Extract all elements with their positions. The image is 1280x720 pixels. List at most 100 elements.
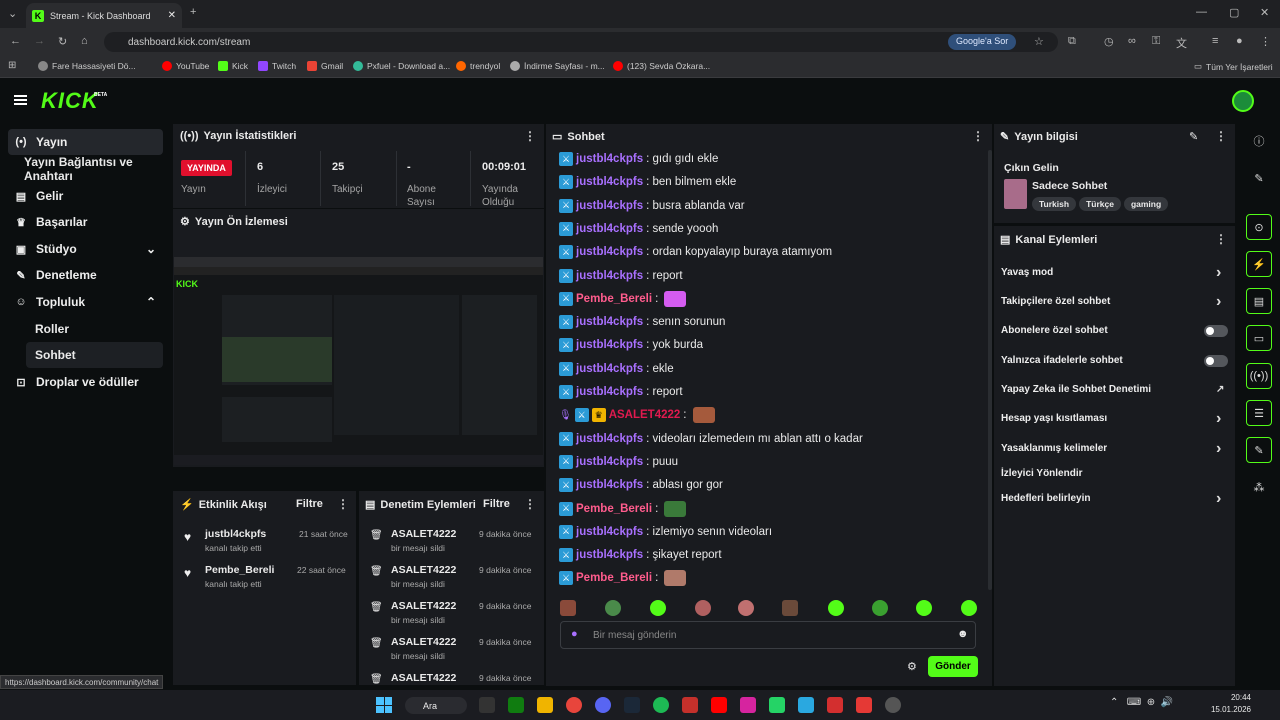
broadcast-icon[interactable]: ((•)) [1246,363,1272,389]
sidebar-item-studyo[interactable]: ▣ Stüdyo ⌄ [8,236,163,262]
chat-username[interactable]: justbl4ckpfs [576,316,643,328]
chat-username[interactable]: justbl4ckpfs [576,176,643,188]
chat-username[interactable]: ASALET4222 [609,409,681,421]
chat-username[interactable]: justbl4ckpfs [576,246,643,258]
edit-pencil-icon[interactable]: ✎ [1189,130,1198,143]
chat-username[interactable]: justbl4ckpfs [576,363,643,375]
bookmark-8[interactable]: (123) Sevda Özkara... [613,61,710,71]
sidebar-item-roller[interactable]: Roller [26,316,163,342]
toggle-switch[interactable] [1204,325,1228,337]
channel-action-label[interactable]: Yasaklanmış kelimeler [1001,443,1107,454]
tag[interactable]: Turkish [1032,197,1077,211]
app-red-icon[interactable] [827,697,843,713]
moderation-filter-button[interactable]: Filtre [483,498,510,510]
profile-icon[interactable]: ● [1236,35,1243,47]
chat-username[interactable]: justbl4ckpfs [576,526,643,538]
wrench-icon[interactable]: ✎ [1246,437,1272,463]
network-icon[interactable] [798,697,814,713]
channel-action-label[interactable]: Hedefleri belirleyin [1001,493,1090,504]
chevron-right-icon[interactable]: › [1216,410,1221,428]
chat-username[interactable]: justbl4ckpfs [576,549,643,561]
emote-picker-item[interactable] [738,600,754,616]
bolt-icon[interactable]: ⚡ [1246,251,1272,277]
kick-logo[interactable]: KICK [41,88,99,114]
tag[interactable]: gaming [1123,197,1169,211]
link-icon[interactable]: ∞ [1128,35,1136,47]
discord-icon[interactable] [595,697,611,713]
sidebar-item-basarilar[interactable]: ♛ Başarılar [8,209,163,235]
chat-username[interactable]: justbl4ckpfs [576,433,643,445]
bookmark-2[interactable]: Kick [218,61,248,71]
emote-picker-item[interactable] [605,600,621,616]
info-more-icon[interactable]: ⋮ [1215,129,1227,143]
bookmark-4[interactable]: Gmail [307,61,343,71]
channel-action-label[interactable]: Yalnızca ifadelerle sohbet [1001,355,1123,366]
xbox-icon[interactable] [508,697,524,713]
media-player-icon[interactable] [682,697,698,713]
emote-picker-item[interactable] [872,600,888,616]
key-icon[interactable]: ⚿ [1152,35,1160,48]
sidebar-item-gelir[interactable]: ▤ Gelir [8,183,163,209]
info-icon[interactable]: ⓘ [1246,128,1272,154]
sidebar-item-sohbet[interactable]: Sohbet [26,342,163,368]
chat-username[interactable]: justbl4ckpfs [576,223,643,235]
channel-action-label[interactable]: Yapay Zeka ile Sohbet Denetimi [1001,384,1151,395]
bookmark-0[interactable]: Fare Hassasiyeti Dö... [38,61,136,71]
channel-action-label[interactable]: Abonelere özel sohbet [1001,325,1108,336]
bookmark-5[interactable]: Pxfuel - Download a... [353,61,450,71]
bookmark-1[interactable]: YouTube [162,61,209,71]
chat-username[interactable]: justbl4ckpfs [576,339,643,351]
emote-picker-item[interactable] [828,600,844,616]
history-icon[interactable]: ◷ [1104,35,1114,48]
emote-picker-item[interactable] [916,600,932,616]
sidebar-item-stream-key[interactable]: Yayın Bağlantısı ve Anahtarı [14,155,174,183]
activity-filter-button[interactable]: Filtre [296,498,323,510]
chrome-icon[interactable] [566,697,582,713]
avatar[interactable] [1232,90,1254,112]
star-icon[interactable]: ☆ [1034,35,1044,48]
toggle-switch[interactable] [1204,355,1228,367]
extensions-icon[interactable]: ⧉ [1068,35,1076,48]
layout-icon[interactable]: ☰ [1246,400,1272,426]
channel-actions-more-icon[interactable]: ⋮ [1215,232,1227,246]
chat-username[interactable]: Pembe_Bereli [576,293,652,305]
translate-icon[interactable]: 文 [1176,35,1187,51]
hamburger-icon[interactable] [14,95,27,105]
google-ask-button[interactable]: Google'a Sor [948,34,1017,50]
pocket-icon[interactable] [856,697,872,713]
chat-username[interactable]: justbl4ckpfs [576,386,643,398]
external-chart-icon[interactable]: ↗ [1216,384,1224,395]
forward-icon[interactable]: → [34,35,45,47]
address-bar[interactable]: dashboard.kick.com/stream [104,32,1058,52]
epic-games-icon[interactable] [479,697,495,713]
tray-icons[interactable]: ⌃ ⌨ ⊕ 🔊 [1110,697,1173,708]
settings-gear-icon[interactable]: ⚙ [907,660,917,673]
spotify-icon[interactable] [653,697,669,713]
bookmark-3[interactable]: Twitch [258,61,296,71]
minimize-icon[interactable]: — [1196,6,1207,18]
reload-icon[interactable]: ↻ [58,35,67,48]
new-tab-icon[interactable]: + [190,6,196,18]
send-button[interactable]: Gönder [928,656,978,677]
widgets-icon[interactable]: ⁂ [1246,474,1272,500]
tag[interactable]: Türkçe [1079,197,1121,211]
apps-icon[interactable]: ⊞ [8,60,16,71]
all-bookmarks[interactable]: ▭ Tüm Yer İşaretleri [1194,61,1273,72]
channel-action-label[interactable]: Hesap yaşı kısıtlaması [1001,413,1107,424]
chat-username[interactable]: justbl4ckpfs [576,479,643,491]
target-icon[interactable]: ⊙ [1246,214,1272,240]
windows-start-icon[interactable] [376,697,392,713]
sidebar-item-topluluk[interactable]: ☺ Topluluk ⌃ [8,289,163,315]
stream-preview[interactable]: KICK [174,257,543,465]
chat-username[interactable]: justbl4ckpfs [576,456,643,468]
close-window-icon[interactable]: ✕ [1260,6,1269,19]
file-explorer-icon[interactable] [537,697,553,713]
bookmark-6[interactable]: trendyol [456,61,500,71]
chat-username[interactable]: justbl4ckpfs [576,200,643,212]
document-icon[interactable]: ▤ [1246,288,1272,314]
stats-more-icon[interactable]: ⋮ [524,129,536,143]
chat-username[interactable]: Pembe_Bereli [576,572,652,584]
chat-username[interactable]: justbl4ckpfs [576,153,643,165]
sidebar-item-denetleme[interactable]: ✎ Denetleme [8,262,163,288]
chevron-right-icon[interactable]: › [1216,440,1221,458]
